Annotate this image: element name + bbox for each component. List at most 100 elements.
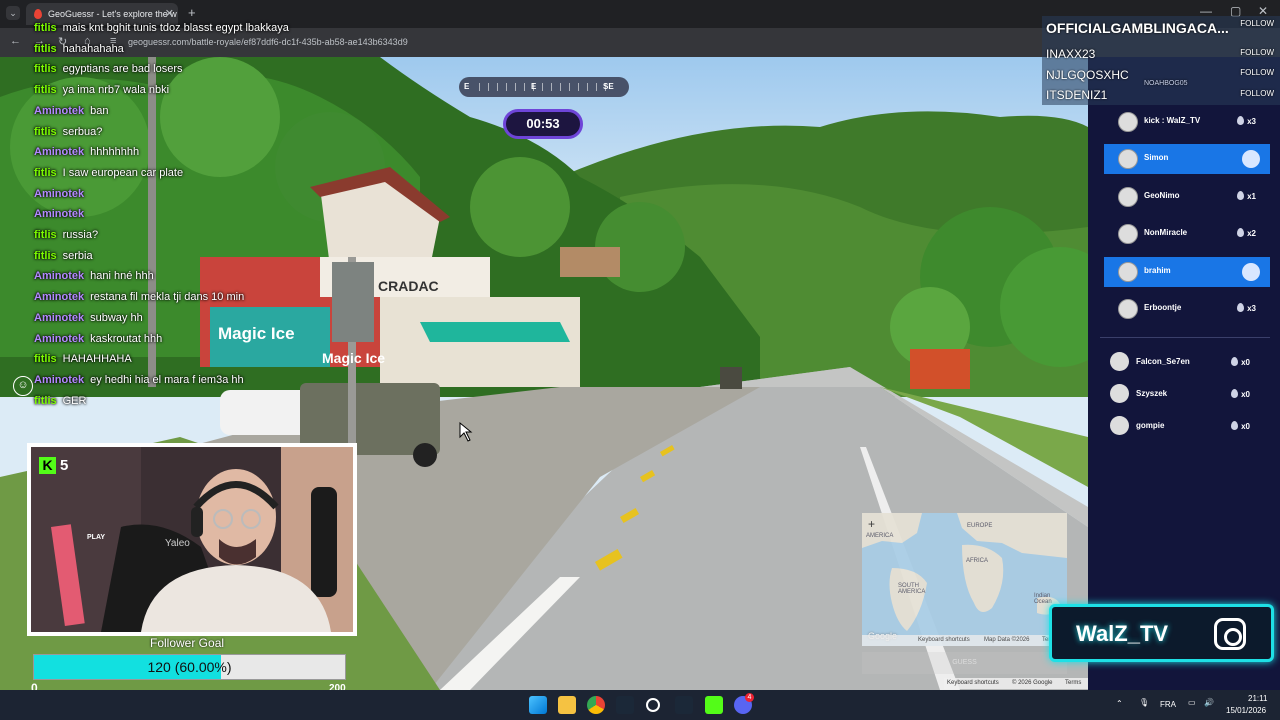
chat-text: mais knt bghit tunis tdoz blasst egypt l…	[62, 22, 289, 34]
chat-text: serbia	[62, 249, 93, 262]
chat-message: fitlis serbia	[34, 250, 93, 262]
chat-text: ya ima nrb7 wala nbki	[62, 84, 170, 97]
chat-message: Aminotek subway hh	[34, 312, 143, 324]
player-name: NonMiracle	[1144, 228, 1188, 238]
back-icon[interactable]: ←	[10, 35, 21, 47]
chat-username[interactable]: fitlis	[34, 22, 57, 34]
chat-message: Aminotek kaskroutat hhh	[34, 333, 162, 345]
mic-icon[interactable]: 🎙	[1139, 698, 1149, 707]
pin-icon	[1237, 116, 1245, 125]
follow-tag: FOLLOW	[1240, 48, 1274, 57]
chat-username[interactable]: Aminotek	[34, 312, 84, 324]
chat-username[interactable]: Aminotek	[34, 188, 84, 200]
network-icon[interactable]: ▭	[1188, 698, 1196, 707]
chat-username[interactable]: fitlis	[34, 84, 57, 96]
player-score: x3	[1237, 116, 1256, 126]
player-name: GeoNimo	[1144, 190, 1180, 200]
webcam-frame: PLAY Yaleo K5	[27, 443, 357, 636]
chat-username[interactable]: fitlis	[34, 63, 57, 75]
chat-username[interactable]: Aminotek	[34, 208, 84, 220]
follower-goal-title: Follower Goal	[150, 636, 225, 650]
chat-username[interactable]: fitlis	[34, 229, 57, 241]
chat-message: fitlis HAHAHHAHA	[34, 353, 132, 365]
player-score-value: x3	[1247, 117, 1256, 126]
tray-chevron-icon[interactable]: ⌃	[1116, 699, 1123, 708]
chat-message: fitlis I saw european car plate	[34, 167, 183, 179]
player-row: Simon	[1104, 144, 1270, 175]
emoji-icon[interactable]: ☺	[13, 376, 33, 396]
guess-button[interactable]: GUESS	[862, 652, 1067, 674]
guess-minimap[interactable]: + EUROPE AFRICA AMERICA SOUTH AMERICA In…	[862, 513, 1067, 646]
volume-icon[interactable]: 🔊	[1204, 698, 1214, 707]
brand-badge: WalZ_TV	[1049, 604, 1274, 662]
chat-username[interactable]: fitlis	[34, 167, 57, 179]
obs-icon[interactable]	[646, 698, 660, 712]
compass-left: E	[464, 82, 470, 91]
geoguessr-favicon-icon	[34, 9, 42, 19]
follow-tag: FOLLOW	[1240, 19, 1274, 28]
zoom-in-icon[interactable]: +	[868, 517, 875, 531]
player-score-value: x3	[1247, 304, 1256, 313]
sv-copyright: © 2026 Google	[1012, 680, 1053, 686]
chat-username[interactable]: fitlis	[34, 126, 57, 138]
recent-follower-2: NJLGQOSXHC	[1046, 68, 1129, 82]
new-tab-button[interactable]: +	[188, 5, 196, 20]
tab-title: GeoGuessr - Let's explore the w	[48, 9, 177, 19]
chat-text: kaskroutat hhh	[90, 332, 163, 345]
language-indicator[interactable]: FRA	[1160, 700, 1176, 709]
follow-tag: FOLLOW	[1240, 89, 1274, 98]
file-explorer-icon[interactable]	[558, 696, 576, 714]
minimap-shortcuts[interactable]: Keyboard shortcuts	[918, 637, 970, 643]
tab-search-button[interactable]: ⌄	[6, 6, 20, 20]
chat-username[interactable]: Aminotek	[34, 146, 84, 158]
chat-username[interactable]: Aminotek	[34, 374, 84, 386]
player-row: GeoNimo x1	[1104, 182, 1270, 212]
compass-right: SE	[603, 82, 614, 91]
chat-text: hhhhhhhh	[90, 146, 140, 159]
kick-count: 5	[60, 457, 69, 474]
url-field[interactable]: geoguessr.com/battle-royale/ef87ddf6-dc1…	[128, 37, 408, 47]
chat-message: Aminotek	[34, 188, 90, 200]
kick-logo-icon: K	[39, 457, 56, 474]
clock-date[interactable]: 15/01/2026	[1226, 706, 1266, 715]
clock-time[interactable]: 21:11	[1248, 694, 1267, 703]
player-score: x2	[1237, 228, 1256, 238]
chat-username[interactable]: fitlis	[34, 43, 57, 55]
screen: Magic Ice Magic Ice CRADAC ⌄ GeoGuessr -…	[0, 0, 1280, 720]
steam-icon-2[interactable]	[675, 696, 693, 714]
chat-message: Aminotek restana fil mekla tji dans 10 mi…	[34, 291, 244, 303]
player-avatar	[1118, 261, 1138, 282]
steam-icon[interactable]	[616, 696, 634, 714]
label-europe: EUROPE	[967, 523, 993, 529]
sv-terms[interactable]: Terms	[1065, 680, 1081, 686]
chat-username[interactable]: Aminotek	[34, 291, 84, 303]
player-name: kick : WalZ_TV	[1144, 116, 1201, 125]
label-south-america: SOUTH AMERICA	[898, 583, 926, 595]
recent-followers: OFFICIALGAMBLINGACA... FOLLOW INAXX23 FO…	[1042, 16, 1280, 105]
chat-username[interactable]: Aminotek	[34, 270, 84, 282]
chat-username[interactable]: fitlis	[34, 395, 57, 407]
sv-shortcuts[interactable]: Keyboard shortcuts	[947, 680, 999, 686]
chat-username[interactable]: fitlis	[34, 250, 57, 262]
chat-username[interactable]: Aminotek	[34, 333, 84, 345]
start-button[interactable]	[529, 696, 547, 714]
player-row: kick : WalZ_TV x3	[1104, 107, 1270, 137]
chat-username[interactable]: fitlis	[34, 353, 57, 365]
sign-text: PLAY	[87, 534, 105, 541]
player-name: Falcon_Se7en	[1136, 357, 1190, 366]
chat-message: fitlis hahahahaha	[34, 43, 124, 55]
player-name: Simon	[1144, 153, 1169, 163]
player-name: Szyszek	[1136, 389, 1168, 398]
player-avatar	[1110, 416, 1129, 435]
chat-message: fitlis egyptians are bad losers	[34, 63, 182, 75]
chat-text: ban	[90, 104, 109, 117]
player-avatar	[1110, 352, 1129, 371]
chrome-icon[interactable]	[587, 696, 605, 714]
player-name: gompie	[1136, 421, 1165, 430]
recent-follower-1: INAXX23	[1046, 47, 1096, 61]
shop-sign-2: Magic Ice	[322, 350, 385, 366]
windows-taskbar: 4 ⌃ 🎙 FRA ▭ 🔊 21:11 15/01/2026	[0, 690, 1280, 720]
pin-icon	[1237, 190, 1245, 200]
chat-username[interactable]: Aminotek	[34, 105, 84, 117]
kick-app-icon[interactable]	[705, 696, 723, 714]
